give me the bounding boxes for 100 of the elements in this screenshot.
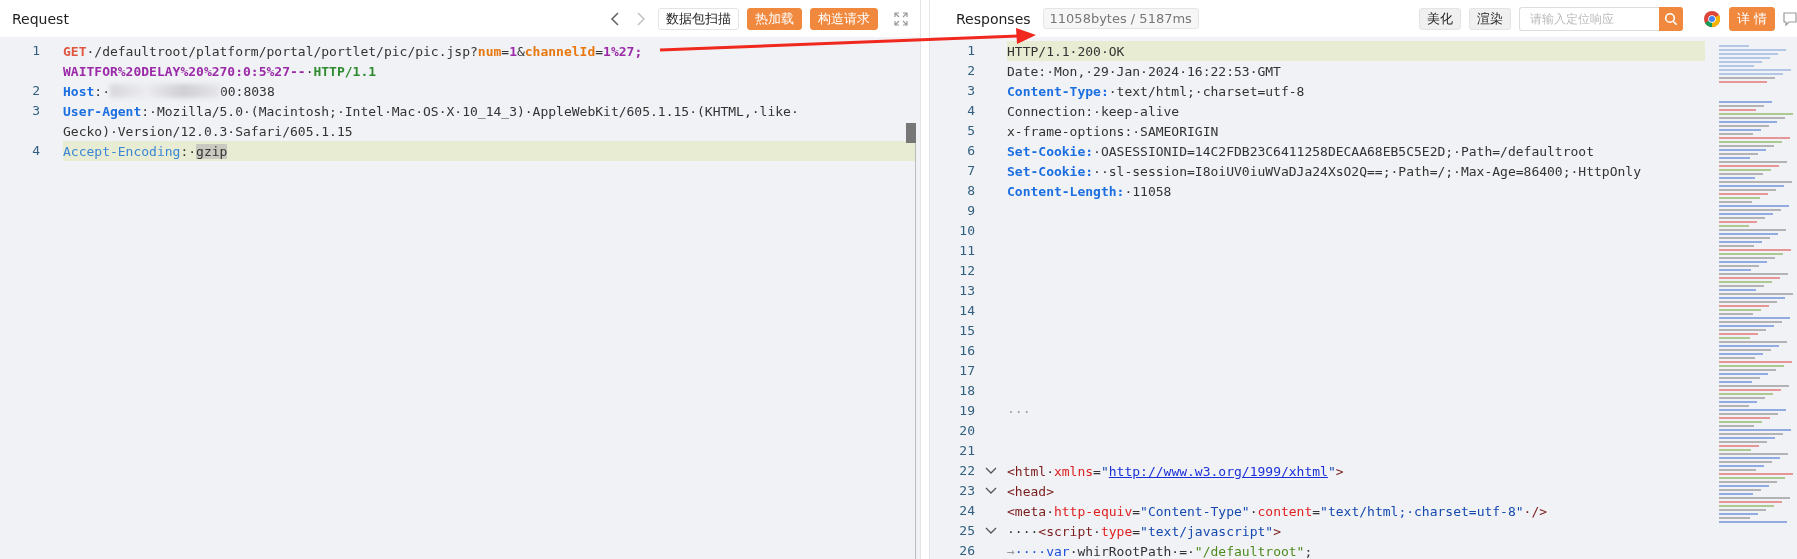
line-number: 21 [959, 442, 975, 460]
code-token: num [477, 43, 502, 59]
line-number: 17 [959, 362, 975, 380]
line-number: 8 [967, 182, 975, 200]
code-token: 1 [509, 43, 517, 59]
code-token: GET [63, 43, 87, 59]
code-token: type [1100, 523, 1133, 539]
code-token: Host [63, 83, 95, 99]
line-number: 3 [32, 102, 40, 120]
line-number: 15 [959, 322, 975, 340]
line-number: 1 [32, 42, 40, 60]
browser-icon[interactable] [1702, 9, 1721, 28]
code-token: Accept-Encoding [63, 143, 181, 159]
line-number: 3 [967, 82, 975, 100]
code-token: · [1046, 463, 1054, 479]
code-token: ···· [1007, 523, 1039, 539]
fold-chevron-icon[interactable] [985, 527, 997, 535]
code-token: 1%27; [603, 43, 643, 59]
url-link[interactable]: http://www.w3.org/1999/xhtml [1108, 463, 1328, 479]
code-token: = [1093, 463, 1101, 479]
code-token: :·Mozilla/5.0·(Macintosh;·Intel·Mac·OS·X·10_14_3)·AppleWebKit/605.1.15·(KHTML,·like· [141, 103, 799, 119]
code-token: ··sl-session=I8oiUV0iuWVaDJa24XsO2Q==;·Path=/;·Max-Age=86400;·HttpOnly [1093, 163, 1641, 179]
code-token: ····var [1014, 543, 1070, 559]
code-token: <head> [1007, 483, 1054, 499]
comment-icon[interactable] [1783, 10, 1797, 27]
toolbar-button[interactable]: 渲染 [1468, 7, 1511, 30]
code-token: ··· [1007, 403, 1031, 419]
code-token: & [516, 43, 525, 59]
code-token: WAITFOR%20DELAY%20%270:0:5%27-- [63, 63, 306, 79]
code-token: User-Agent [63, 103, 142, 119]
line-number: 16 [959, 342, 975, 360]
code-token: Date:·Mon,·29·Jan·2024·16:22:53·GMT [1007, 63, 1281, 79]
panel-title: Responses [956, 10, 1031, 27]
code-token: 00:8038 [219, 83, 275, 99]
line-number: 2 [32, 82, 40, 100]
line-number: 13 [959, 282, 975, 300]
line-number: 9 [967, 202, 975, 220]
code-token: Set-Cookie: [1007, 143, 1094, 159]
search-button[interactable] [1658, 6, 1683, 31]
code-token: http-equiv [1053, 503, 1133, 519]
code-token: = [595, 43, 604, 59]
line-number: 26 [959, 542, 975, 559]
line-number: 5 [967, 122, 975, 140]
panel-title: Request [12, 10, 69, 27]
code-token: "/defaultroot" [1194, 543, 1305, 559]
code-token: Content-Length: [1007, 183, 1125, 199]
response-stats: 11058bytes / 5187ms [1042, 8, 1199, 29]
code-token: ·/> [1523, 503, 1548, 519]
toolbar-button[interactable]: 美化 [1418, 7, 1461, 30]
line-number: 2 [967, 62, 975, 80]
code-token: <script [1038, 523, 1094, 539]
fold-chevron-icon[interactable] [985, 487, 997, 495]
code-token: ·whirRootPath·=· [1069, 543, 1195, 559]
code-token: HTTP/1.1·200·OK [1007, 43, 1125, 59]
line-number: 7 [967, 162, 975, 180]
code-token: :· [94, 83, 110, 99]
code-token: " [1100, 463, 1109, 479]
line-number: 14 [959, 302, 975, 320]
code-token: = [1132, 503, 1141, 519]
code-token: xmlns [1053, 463, 1094, 479]
code-token: = [501, 43, 510, 59]
code-token: · [1046, 503, 1054, 519]
line-number: 22 [959, 462, 975, 480]
line-number: 1 [967, 42, 975, 60]
code-token: gzip [196, 143, 228, 159]
code-token: → [1007, 543, 1015, 559]
code-token: ·text/html;·charset=utf-8 [1108, 83, 1305, 99]
code-token: <meta [1007, 503, 1047, 519]
code-token: · [1249, 503, 1258, 519]
search-field[interactable]: 请输入定位响应 [1518, 6, 1659, 31]
line-number: 11 [959, 242, 975, 260]
code-token: ·11058 [1124, 183, 1172, 199]
code-token: Gecko)·Version/12.0.3·Safari/605.1.15 [63, 123, 353, 139]
line-number: 10 [959, 222, 975, 240]
line-number: 6 [967, 142, 975, 160]
code-token: HTTP/1.1 [313, 63, 377, 79]
code-token: "text/html;·charset=utf-8" [1320, 503, 1524, 519]
code-token: :· [180, 143, 197, 159]
code-token: · [305, 63, 314, 79]
fold-chevron-icon[interactable] [985, 467, 997, 475]
code-token: <html [1007, 463, 1047, 479]
code-token: = [1132, 523, 1141, 539]
line-number: 19 [959, 402, 975, 420]
line-number: 12 [959, 262, 975, 280]
code-token: Connection:·keep-alive [1007, 103, 1180, 119]
code-token: "text/javascript" [1140, 523, 1274, 539]
scrollbar-thumb[interactable] [906, 123, 916, 143]
line-number: 25 [959, 522, 975, 540]
code-token: · [1093, 523, 1101, 539]
code-token: = [1312, 503, 1321, 519]
code-token: channelId [524, 43, 596, 59]
expand-icon[interactable] [894, 11, 908, 26]
line-number: 4 [967, 102, 975, 120]
code-token: ·/defaultroot/platform/portal/portlet/pic/pic.jsp? [86, 43, 478, 59]
line-number: 24 [959, 502, 975, 520]
code-token: Set-Cookie: [1007, 163, 1094, 179]
line-number: 18 [959, 382, 975, 400]
code-token: > [1273, 523, 1281, 539]
toolbar-button[interactable]: 数据包扫描 [658, 7, 739, 30]
code-token: Content-Type: [1007, 83, 1109, 99]
